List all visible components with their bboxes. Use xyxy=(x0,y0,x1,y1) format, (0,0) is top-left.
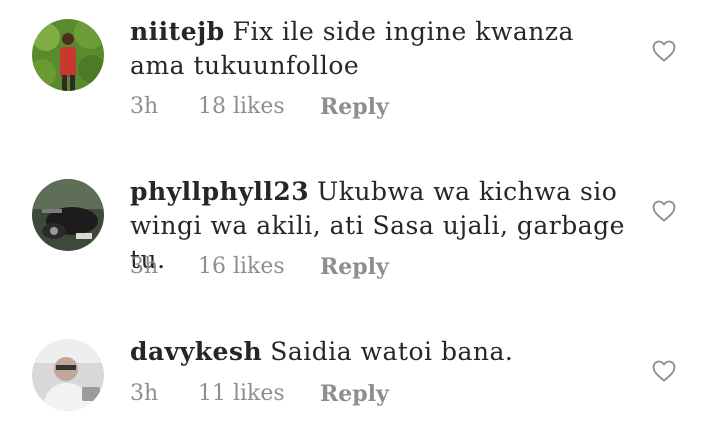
reply-button[interactable]: Reply xyxy=(320,94,389,120)
reply-button[interactable]: Reply xyxy=(320,381,389,407)
comment-username[interactable]: davykesh xyxy=(130,337,262,366)
avatar[interactable] xyxy=(32,179,104,251)
comment-time: 3h xyxy=(130,381,159,406)
comment-text: niitejb Fix ile side ingine kwanza ama tu… xyxy=(130,15,635,83)
comment-username[interactable]: phyllphyll23 xyxy=(130,177,309,206)
comment-text: davykesh Saidia watoi bana. xyxy=(130,335,635,369)
heart-outline-icon[interactable] xyxy=(652,200,676,222)
comment-likes[interactable]: 16 likes xyxy=(198,254,285,279)
comment-time: 3h xyxy=(130,254,159,279)
reply-button[interactable]: Reply xyxy=(320,254,389,280)
avatar[interactable] xyxy=(32,19,104,91)
heart-outline-icon[interactable] xyxy=(652,360,676,382)
comment-body: Saidia watoi bana. xyxy=(270,337,514,366)
avatar[interactable] xyxy=(32,339,104,411)
comment-likes[interactable]: 18 likes xyxy=(198,94,285,119)
heart-outline-icon[interactable] xyxy=(652,40,676,62)
comment-time: 3h xyxy=(130,94,159,119)
comment-username[interactable]: niitejb xyxy=(130,17,225,46)
comment-likes[interactable]: 11 likes xyxy=(198,381,285,406)
